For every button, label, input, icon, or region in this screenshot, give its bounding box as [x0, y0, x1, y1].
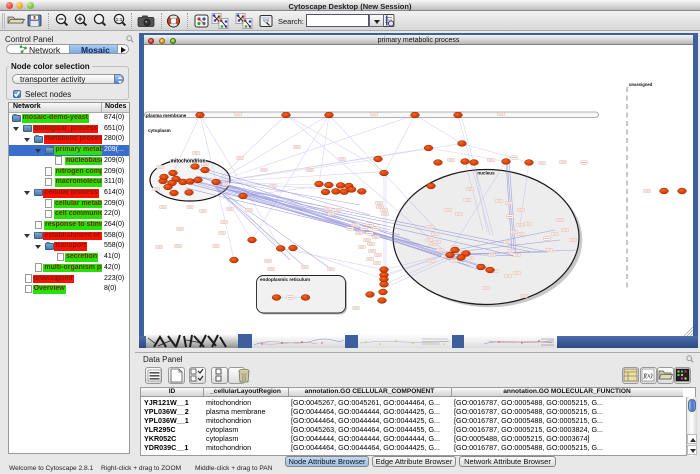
svg-text:1:1: 1:1: [116, 17, 123, 22]
svg-text:endoplasmic reticulum: endoplasmic reticulum: [260, 277, 310, 282]
svg-text:nucleus: nucleus: [477, 171, 495, 176]
svg-text:unassigned: unassigned: [629, 82, 653, 87]
svg-text:plasma membrane: plasma membrane: [146, 113, 187, 118]
svg-text:f(x): f(x): [643, 373, 652, 380]
svg-text:mitochondrion: mitochondrion: [171, 159, 206, 165]
svg-text:cytoplasm: cytoplasm: [148, 128, 171, 133]
